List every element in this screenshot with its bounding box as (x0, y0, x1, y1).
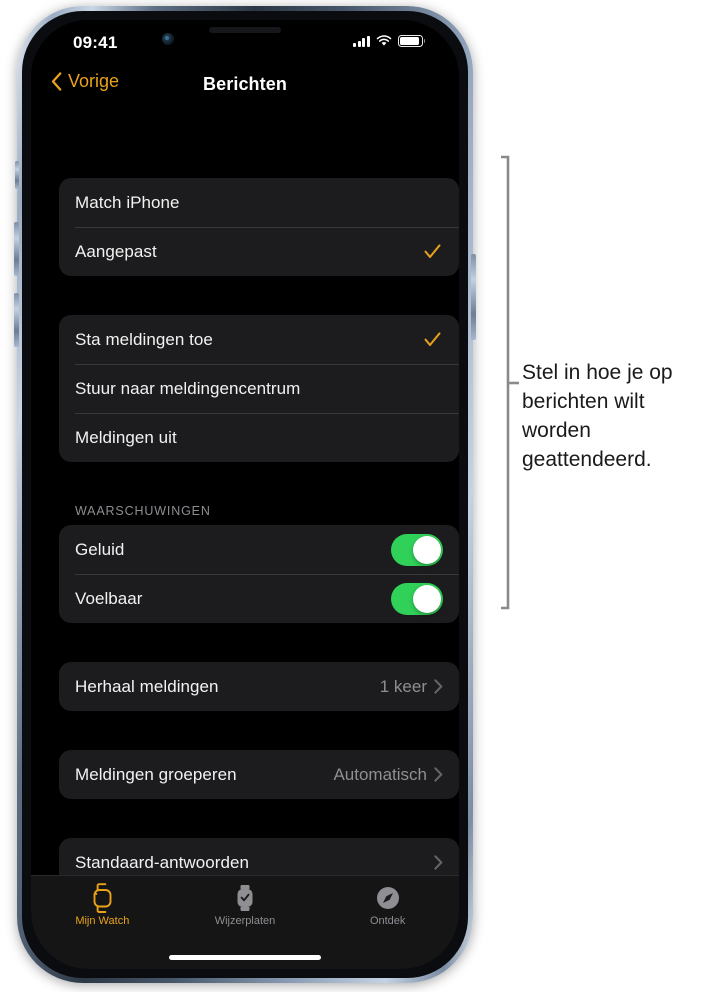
row-stuur-naar-meldingencentrum[interactable]: Stuur naar meldingencentrum (59, 364, 459, 413)
row-label: Sta meldingen toe (75, 329, 213, 349)
tab-mijn-watch[interactable]: Mijn Watch (31, 876, 174, 969)
wifi-icon (376, 35, 392, 46)
front-camera-icon (162, 33, 174, 45)
battery-icon (398, 35, 426, 47)
checkmark-icon (424, 244, 441, 258)
chevron-right-icon (434, 855, 443, 870)
tab-ontdek[interactable]: Ontdek (316, 876, 459, 969)
toggle-knob (413, 535, 441, 564)
alert-style-group: Match iPhone Aangepast (59, 178, 459, 276)
row-meldingen-uit[interactable]: Meldingen uit (59, 413, 459, 462)
tab-label: Ontdek (369, 915, 406, 927)
iphone-device-frame: 09:41 Vorige Berichten Match iPhone Aang… (14, 6, 476, 983)
phone-screen: 09:41 Vorige Berichten Match iPhone Aang… (31, 20, 459, 969)
row-label: Match iPhone (75, 192, 180, 212)
row-herhaal-meldingen[interactable]: Herhaal meldingen 1 keer (59, 662, 459, 711)
row-label: Geluid (75, 539, 125, 559)
watch-face-icon (234, 883, 256, 912)
device-inner-bezel: 09:41 Vorige Berichten Match iPhone Aang… (22, 11, 468, 978)
page-title: Berichten (203, 74, 287, 94)
row-value: 1 keer (379, 676, 427, 696)
mute-switch-button[interactable] (15, 161, 19, 189)
alerts-group-header: WAARSCHUWINGEN (75, 504, 211, 518)
status-bar-time: 09:41 (73, 33, 118, 52)
device-screen-bezel: 09:41 Vorige Berichten Match iPhone Aang… (31, 20, 459, 969)
home-indicator[interactable] (169, 955, 321, 960)
row-value: Automatisch (333, 764, 427, 784)
group-notifications-group: Meldingen groeperen Automatisch (59, 750, 459, 799)
repeat-alerts-group: Herhaal meldingen 1 keer (59, 662, 459, 711)
power-button[interactable] (471, 254, 476, 340)
haptic-toggle[interactable] (391, 582, 443, 615)
cellular-signal-icon (353, 35, 370, 47)
earpiece-speaker-icon (209, 27, 281, 33)
volume-down-button[interactable] (14, 293, 19, 347)
row-label: Voelbaar (75, 588, 143, 608)
row-label: Herhaal meldingen (75, 676, 219, 696)
chevron-right-icon (434, 767, 443, 782)
alerts-group: Geluid Voelbaar (59, 525, 459, 623)
row-label: Standaard-antwoorden (75, 852, 249, 872)
row-meldingen-groeperen[interactable]: Meldingen groeperen Automatisch (59, 750, 459, 799)
row-match-iphone[interactable]: Match iPhone (59, 178, 459, 227)
tab-label: Wijzerplaten (214, 915, 276, 927)
callout-text: Stel in hoe je op berichten wilt worden … (522, 361, 673, 471)
row-label: Aangepast (75, 241, 157, 261)
row-label: Meldingen uit (75, 427, 177, 447)
settings-list[interactable]: Match iPhone Aangepast Sta meldingen toe… (31, 108, 459, 969)
sound-toggle[interactable] (391, 533, 443, 566)
volume-up-button[interactable] (14, 222, 19, 276)
row-voelbaar[interactable]: Voelbaar (59, 574, 459, 623)
row-sta-meldingen-toe[interactable]: Sta meldingen toe (59, 315, 459, 364)
watch-icon (90, 882, 115, 913)
chevron-right-icon (434, 679, 443, 694)
row-geluid[interactable]: Geluid (59, 525, 459, 574)
row-label: Meldingen groeperen (75, 764, 237, 784)
tab-label: Mijn Watch (75, 915, 130, 927)
compass-icon (375, 883, 401, 912)
row-aangepast[interactable]: Aangepast (59, 227, 459, 276)
notch (141, 20, 349, 51)
checkmark-icon (424, 332, 441, 346)
row-label: Stuur naar meldingencentrum (75, 378, 301, 398)
navigation-bar: Vorige Berichten (31, 64, 459, 108)
status-bar-indicators (353, 35, 426, 47)
notification-delivery-group: Sta meldingen toe Stuur naar meldingence… (59, 315, 459, 462)
toggle-knob (413, 584, 441, 613)
